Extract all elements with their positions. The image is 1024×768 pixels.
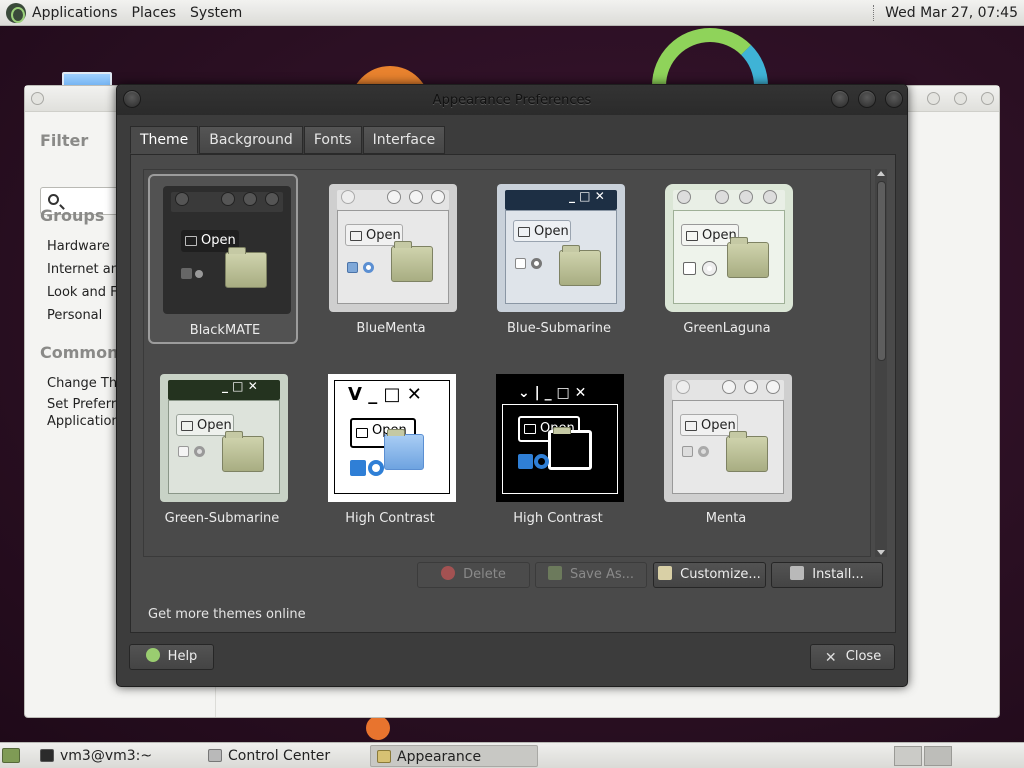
theme-item-green-submarine[interactable]: _ □ ✕ Open Green-Submarine xyxy=(160,364,310,534)
scroll-up-icon[interactable] xyxy=(877,171,885,176)
task-appearance-preferences[interactable]: Appearance Prefere... xyxy=(370,745,538,767)
delete-button[interactable]: Delete xyxy=(417,562,530,588)
delete-icon xyxy=(441,566,456,580)
group-hardware[interactable]: Hardware xyxy=(47,239,110,254)
workspace-2-icon[interactable] xyxy=(924,746,952,766)
filter-heading: Filter xyxy=(40,131,89,150)
thumb-open-label: Open xyxy=(201,233,236,248)
customize-icon xyxy=(658,566,673,580)
get-more-themes-link[interactable]: Get more themes online xyxy=(148,607,306,622)
top-panel: Applications Places System Wed Mar 27, 0… xyxy=(0,0,1024,26)
common-change-theme[interactable]: Change The xyxy=(47,376,125,391)
menu-places[interactable]: Places xyxy=(132,5,177,21)
scrollbar-thumb[interactable] xyxy=(877,181,886,361)
theme-name: High Contrast xyxy=(513,511,603,526)
close-icon[interactable] xyxy=(885,90,903,108)
theme-preview: _ □ ✕ Open xyxy=(160,374,288,502)
help-icon xyxy=(145,648,160,662)
theme-name: High Contrast xyxy=(345,511,435,526)
tab-interface[interactable]: Interface xyxy=(362,126,446,154)
theme-preview: Open xyxy=(665,184,793,312)
tab-background[interactable]: Background xyxy=(199,126,303,154)
theme-item-bluementa[interactable]: Open BlueMenta xyxy=(316,174,466,344)
theme-preview: _ □ ✕ Open xyxy=(497,184,625,312)
minimize-icon[interactable] xyxy=(927,92,940,105)
theme-name: Menta xyxy=(705,511,747,526)
common-applications[interactable]: Application xyxy=(47,414,120,429)
tab-bar: Theme Background Fonts Interface xyxy=(130,126,446,154)
common-set-preferred[interactable]: Set Preferre xyxy=(47,397,124,412)
scroll-down-icon[interactable] xyxy=(877,550,885,555)
control-center-icon xyxy=(208,749,222,762)
menu-applications[interactable]: Applications xyxy=(32,5,118,21)
group-personal[interactable]: Personal xyxy=(47,308,102,323)
theme-preview: Open xyxy=(163,186,291,314)
theme-tab-page: Open BlackMATE Open BlueMenta _ □ ✕ Open… xyxy=(130,154,896,633)
theme-name: Green-Submarine xyxy=(164,511,280,526)
theme-item-menta[interactable]: Open Menta xyxy=(664,364,814,534)
panel-separator xyxy=(873,4,875,21)
theme-preview: Open xyxy=(664,374,792,502)
save-as-button[interactable]: Save As... xyxy=(535,562,647,588)
wallpaper-small-shape xyxy=(366,716,390,740)
task-terminal[interactable]: vm3@vm3:~ xyxy=(34,745,194,767)
theme-item-high-contrast-light[interactable]: V _ □ ✕ Open High Contrast xyxy=(328,364,478,534)
window-menu-icon[interactable] xyxy=(31,92,44,105)
dialog-title: Appearance Preferences xyxy=(432,93,592,108)
terminal-icon xyxy=(40,749,54,762)
tab-theme[interactable]: Theme xyxy=(130,126,199,154)
appearance-preferences-dialog: Appearance Preferences Theme Background … xyxy=(116,84,908,687)
install-button[interactable]: Install... xyxy=(771,562,883,588)
show-desktop-icon[interactable] xyxy=(2,748,20,763)
save-icon xyxy=(547,566,562,580)
thumb-open-label: Open xyxy=(534,224,569,239)
mate-logo-icon[interactable] xyxy=(6,2,26,23)
install-icon xyxy=(790,566,805,580)
tab-fonts[interactable]: Fonts xyxy=(303,126,362,154)
close-icon: ✕ xyxy=(824,650,837,666)
theme-preview: ⌄ | _ □ ✕ Open xyxy=(496,374,624,502)
theme-list-scrollbar[interactable] xyxy=(875,169,887,557)
help-button[interactable]: Help xyxy=(129,644,214,670)
menu-system[interactable]: System xyxy=(190,5,242,21)
theme-name: Blue-Submarine xyxy=(506,321,612,336)
bottom-taskbar: vm3@vm3:~ Control Center Appearance Pref… xyxy=(0,742,1024,768)
maximize-icon[interactable] xyxy=(858,90,876,108)
maximize-icon[interactable] xyxy=(954,92,967,105)
theme-item-blue-submarine[interactable]: _ □ ✕ Open Blue-Submarine xyxy=(484,174,634,344)
theme-preview: V _ □ ✕ Open xyxy=(328,374,456,502)
workspace-switcher-icon[interactable] xyxy=(894,746,922,766)
appearance-icon xyxy=(377,750,391,763)
group-look-and-feel[interactable]: Look and Fe xyxy=(47,285,125,300)
task-control-center[interactable]: Control Center xyxy=(202,745,362,767)
close-icon[interactable] xyxy=(981,92,994,105)
theme-list[interactable]: Open BlackMATE Open BlueMenta _ □ ✕ Open… xyxy=(143,169,871,557)
minimize-icon[interactable] xyxy=(831,90,849,108)
theme-item-high-contrast-dark[interactable]: ⌄ | _ □ ✕ Open High Contrast xyxy=(496,364,646,534)
theme-name: GreenLaguna xyxy=(683,321,771,336)
groups-heading: Groups xyxy=(40,206,105,225)
theme-item-greenlaguna[interactable]: Open GreenLaguna xyxy=(652,174,802,344)
theme-name: BlackMATE xyxy=(189,323,261,338)
dialog-titlebar[interactable]: Appearance Preferences xyxy=(117,85,907,115)
theme-name: BlueMenta xyxy=(356,321,426,336)
theme-item-blackmate[interactable]: Open BlackMATE xyxy=(148,174,298,344)
customize-button[interactable]: Customize... xyxy=(653,562,766,588)
theme-preview: Open xyxy=(329,184,457,312)
clock[interactable]: Wed Mar 27, 07:45 xyxy=(885,5,1018,21)
close-button[interactable]: ✕ Close xyxy=(810,644,895,670)
search-icon xyxy=(48,194,59,205)
